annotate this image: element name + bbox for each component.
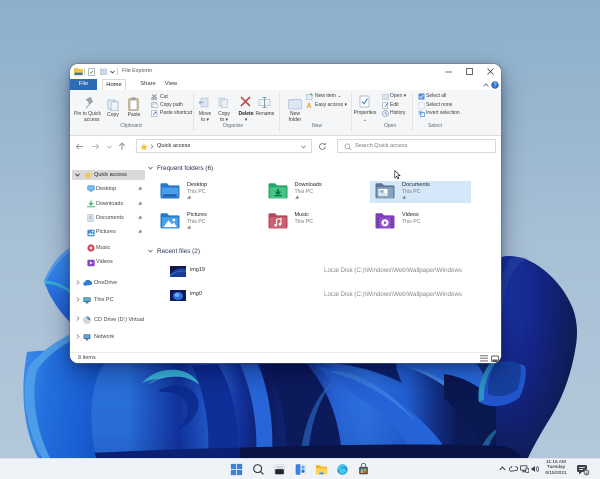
svg-text:4: 4: [585, 470, 588, 475]
